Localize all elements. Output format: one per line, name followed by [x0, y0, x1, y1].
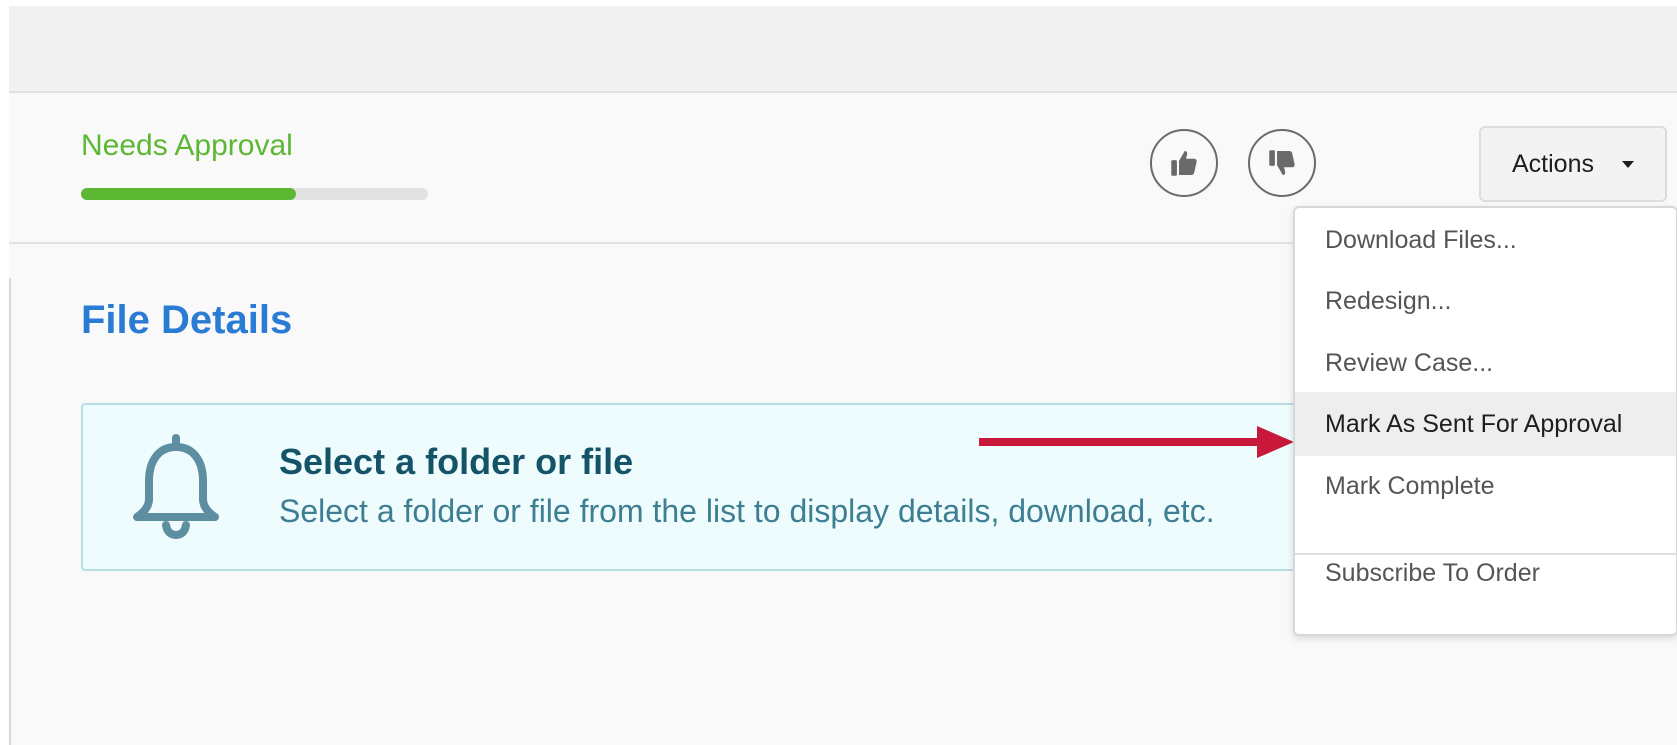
- menu-item-mark-sent-for-approval[interactable]: Mark As Sent For Approval: [1295, 392, 1676, 456]
- status-label: Needs Approval: [81, 129, 293, 162]
- thumbs-up-icon: [1171, 150, 1197, 176]
- thumbs-down-icon: [1269, 150, 1295, 176]
- reject-button[interactable]: [1248, 129, 1316, 197]
- app-frame: Needs Approval Actions File Details Sele…: [9, 6, 1677, 745]
- menu-item-mark-complete[interactable]: Mark Complete: [1295, 454, 1676, 518]
- actions-dropdown-menu: Download Files... Redesign... Review Cas…: [1293, 206, 1677, 636]
- status-progress-fill: [81, 188, 297, 200]
- bell-icon: [133, 434, 219, 539]
- top-bar: [9, 6, 1677, 93]
- menu-item-subscribe-to-order[interactable]: Subscribe To Order: [1295, 541, 1676, 605]
- approve-button[interactable]: [1150, 129, 1218, 197]
- status-progress-bar: [81, 188, 428, 200]
- page-title: File Details: [81, 298, 293, 342]
- content-left-border: [9, 278, 11, 745]
- menu-item-review-case[interactable]: Review Case...: [1295, 331, 1676, 395]
- actions-dropdown-button[interactable]: Actions: [1479, 126, 1667, 202]
- menu-item-download-files[interactable]: Download Files...: [1295, 208, 1676, 272]
- annotation-arrow-icon: [979, 426, 1294, 458]
- caret-down-icon: [1621, 160, 1634, 168]
- actions-button-label: Actions: [1512, 149, 1594, 178]
- menu-item-redesign[interactable]: Redesign...: [1295, 269, 1676, 333]
- notice-body: Select a folder or file from the list to…: [279, 493, 1215, 529]
- notice-title: Select a folder or file: [279, 441, 634, 482]
